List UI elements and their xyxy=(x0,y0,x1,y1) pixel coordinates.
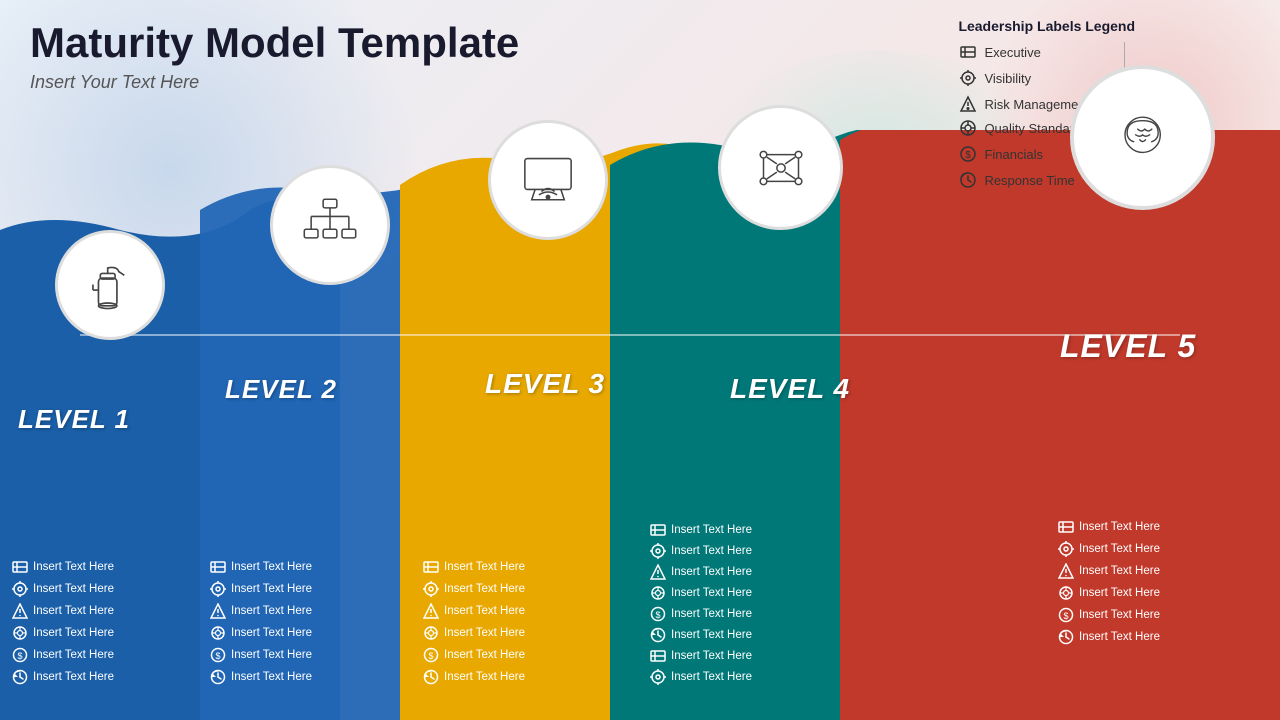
quality-icon xyxy=(958,118,978,138)
circle-level2 xyxy=(270,165,390,285)
l1-item-5: Insert Text Here xyxy=(12,647,114,663)
l4-item-3: Insert Text Here xyxy=(650,564,752,580)
l2-item-5: Insert Text Here xyxy=(210,647,312,663)
level1-title: LEVEL 1 xyxy=(18,404,130,435)
legend-executive: Executive xyxy=(958,42,1089,62)
l1-item-1-text: Insert Text Here xyxy=(33,561,114,573)
l5-item-1: Insert Text Here xyxy=(1058,519,1160,535)
l4-item-2: Insert Text Here xyxy=(650,543,752,559)
l1-item-3-text: Insert Text Here xyxy=(33,605,114,617)
legend-financials: $ Financials xyxy=(958,144,1089,164)
l3-item-2: Insert Text Here xyxy=(423,581,525,597)
l1-item-2-text: Insert Text Here xyxy=(33,583,114,595)
level2-title: LEVEL 2 xyxy=(225,374,337,405)
visibility-icon xyxy=(958,68,978,88)
page-title: Maturity Model Template xyxy=(30,20,519,66)
legend-executive-label: Executive xyxy=(984,45,1040,60)
legend-risk: Risk Management xyxy=(958,94,1089,114)
l3-item-3: Insert Text Here xyxy=(423,603,525,619)
l3-item-4: Insert Text Here xyxy=(423,625,525,641)
l3-item-1: Insert Text Here xyxy=(423,559,525,575)
legend-left: Executive Visibility xyxy=(958,42,1089,114)
l2-item-1: Insert Text Here xyxy=(210,559,312,575)
level1-items: Insert Text Here Insert Text Here Insert… xyxy=(12,559,114,685)
header: Maturity Model Template Insert Your Text… xyxy=(30,20,519,93)
level3-title: LEVEL 3 xyxy=(485,368,605,400)
l4-item-8: Insert Text Here xyxy=(650,669,752,685)
legend-visibility: Visibility xyxy=(958,68,1089,88)
l4-item-4: Insert Text Here xyxy=(650,585,752,601)
l1-item-5-text: Insert Text Here xyxy=(33,649,114,661)
l4-item-6: Insert Text Here xyxy=(650,627,752,643)
level4-title: LEVEL 4 xyxy=(730,373,850,405)
l2-item-3: Insert Text Here xyxy=(210,603,312,619)
legend-response-label: Response Time xyxy=(984,173,1074,188)
l1-item-4-text: Insert Text Here xyxy=(33,627,114,639)
l1-item-6: Insert Text Here xyxy=(12,669,114,685)
l1-item-1: Insert Text Here xyxy=(12,559,114,575)
executive-icon xyxy=(958,42,978,62)
l1-item-3: Insert Text Here xyxy=(12,603,114,619)
l2-item-6: Insert Text Here xyxy=(210,669,312,685)
level5-title: LEVEL 5 xyxy=(1060,328,1196,365)
l5-item-3: Insert Text Here xyxy=(1058,563,1160,579)
l2-item-4: Insert Text Here xyxy=(210,625,312,641)
level4-items: Insert Text Here Insert Text Here Insert… xyxy=(650,522,752,685)
circle-level4 xyxy=(718,105,843,230)
circle-level3 xyxy=(488,120,608,240)
level5-items: Insert Text Here Insert Text Here Insert… xyxy=(1058,519,1160,645)
risk-icon xyxy=(958,94,978,114)
l5-item-5: Insert Text Here xyxy=(1058,607,1160,623)
level2-items: Insert Text Here Insert Text Here Insert… xyxy=(210,559,312,685)
response-icon xyxy=(958,170,978,190)
circle-level1 xyxy=(55,230,165,340)
l5-item-2: Insert Text Here xyxy=(1058,541,1160,557)
l3-item-5: Insert Text Here xyxy=(423,647,525,663)
l4-item-5: Insert Text Here xyxy=(650,606,752,622)
legend-response: Response Time xyxy=(958,170,1089,190)
l5-item-6: Insert Text Here xyxy=(1058,629,1160,645)
legend-title: Leadership Labels Legend xyxy=(958,18,1250,34)
financials-icon: $ xyxy=(958,144,978,164)
l4-item-7: Insert Text Here xyxy=(650,648,752,664)
legend-risk-label: Risk Management xyxy=(984,97,1089,112)
l3-item-6: Insert Text Here xyxy=(423,669,525,685)
l4-item-1: Insert Text Here xyxy=(650,522,752,538)
level3-items: Insert Text Here Insert Text Here Insert… xyxy=(423,559,525,685)
circle-level5 xyxy=(1070,65,1215,210)
page-subtitle: Insert Your Text Here xyxy=(30,72,519,93)
l1-item-4: Insert Text Here xyxy=(12,625,114,641)
svg-text:$: $ xyxy=(966,150,972,161)
l2-item-2: Insert Text Here xyxy=(210,581,312,597)
legend-visibility-label: Visibility xyxy=(984,71,1031,86)
l5-item-4: Insert Text Here xyxy=(1058,585,1160,601)
l1-item-6-text: Insert Text Here xyxy=(33,671,114,683)
l1-item-2: Insert Text Here xyxy=(12,581,114,597)
legend-financials-label: Financials xyxy=(984,147,1043,162)
